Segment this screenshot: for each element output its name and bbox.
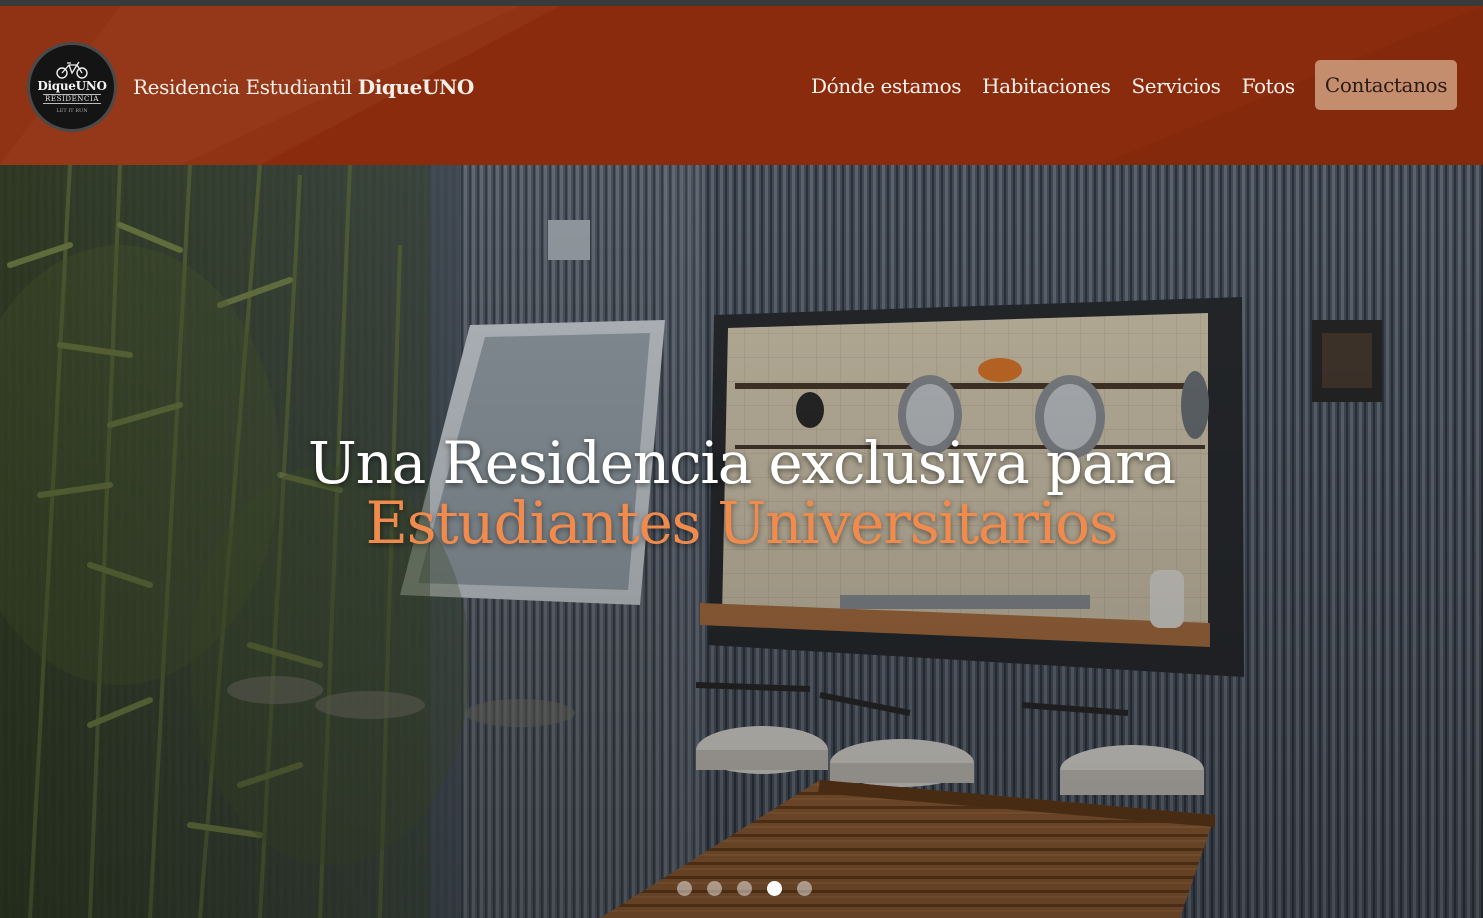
brand-title-bold: DiqueUNO (357, 75, 475, 99)
hero-carousel: Una Residencia exclusiva para Estudiante… (0, 165, 1483, 918)
nav-donde-estamos[interactable]: Dónde estamos (811, 74, 961, 98)
main-nav: Dónde estamos Habitaciones Servicios Fot… (811, 74, 1316, 98)
carousel-indicators (677, 881, 812, 896)
nav-habitaciones[interactable]: Habitaciones (982, 74, 1111, 98)
brand-title-prefix: Residencia Estudiantil (133, 75, 352, 99)
carousel-dot[interactable] (677, 881, 692, 896)
carousel-dot[interactable] (737, 881, 752, 896)
carousel-dot[interactable] (707, 881, 722, 896)
hero-subtitle: Estudiantes Universitarios (365, 489, 1119, 557)
site-header: DiqueUNO RESIDENCIA LET IT RUN Residenci… (0, 6, 1483, 165)
contact-button[interactable]: Contactanos (1315, 60, 1457, 110)
nav-fotos[interactable]: Fotos (1242, 74, 1296, 98)
logo-footer: LET IT RUN (56, 108, 88, 114)
carousel-dot[interactable] (797, 881, 812, 896)
carousel-dot[interactable] (767, 881, 782, 896)
bicycle-icon (56, 61, 88, 79)
site-logo[interactable]: DiqueUNO RESIDENCIA LET IT RUN (27, 42, 117, 132)
hero-title: Una Residencia exclusiva para (307, 429, 1176, 497)
brand-title[interactable]: Residencia Estudiantil DiqueUNO (133, 75, 474, 99)
logo-name: DiqueUNO (37, 79, 107, 93)
logo-subtitle: RESIDENCIA (43, 94, 101, 104)
nav-servicios[interactable]: Servicios (1131, 74, 1221, 98)
